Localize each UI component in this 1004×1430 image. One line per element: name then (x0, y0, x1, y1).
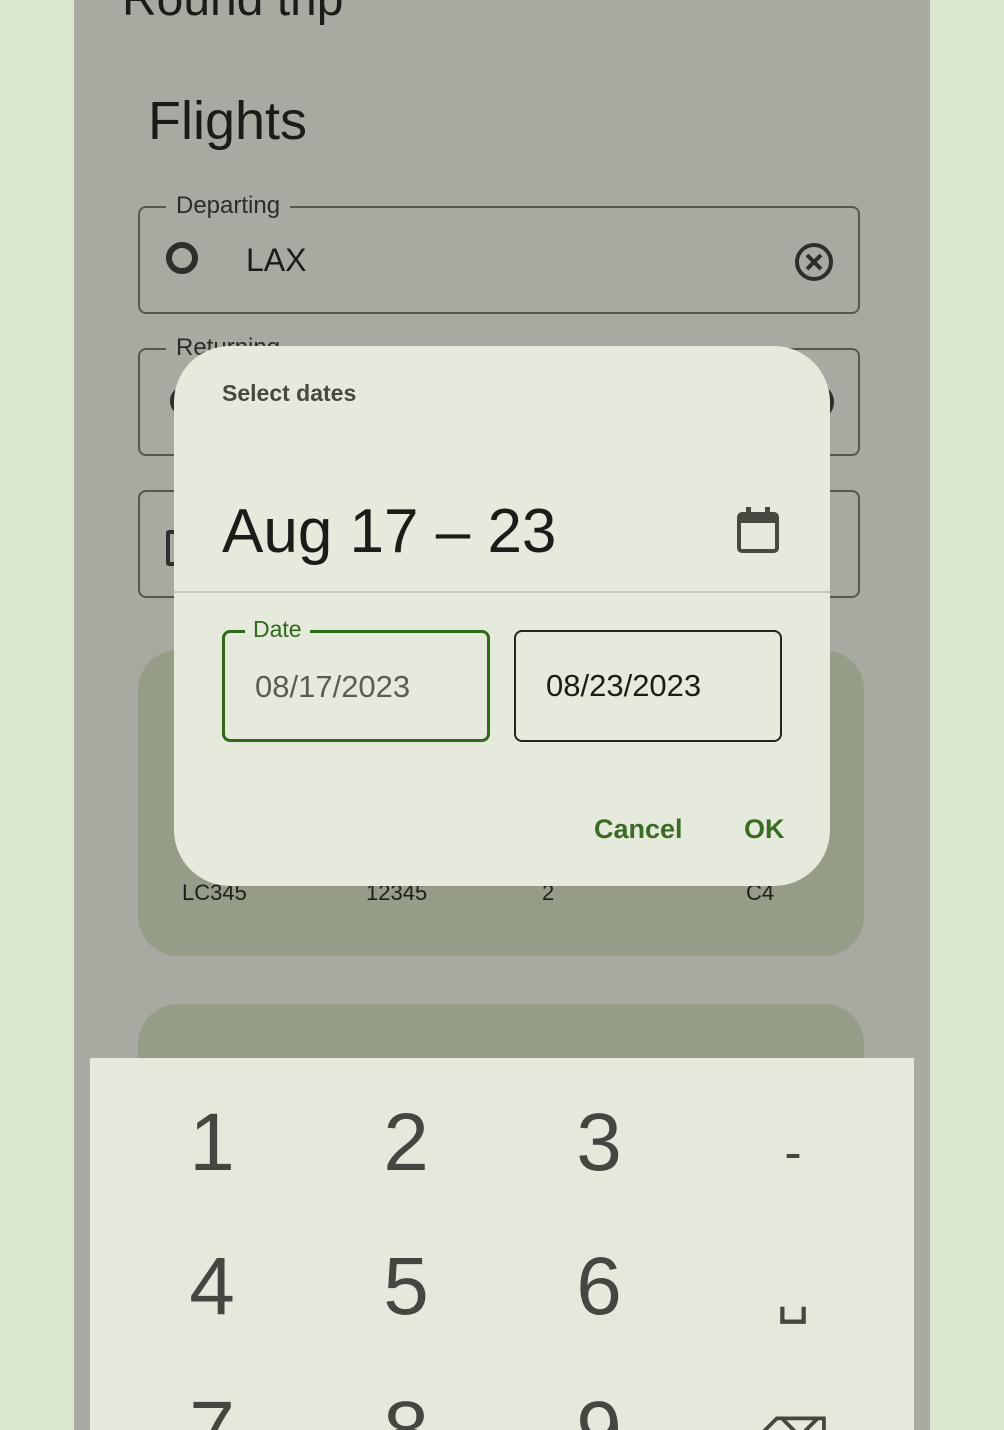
start-date-label: Date (245, 615, 310, 643)
end-date-value: 08/23/2023 (546, 668, 702, 703)
calendar-icon[interactable] (736, 506, 780, 554)
cancel-button[interactable]: Cancel (594, 814, 683, 845)
key-3[interactable]: 3 (539, 1098, 659, 1188)
start-date-value: 08/17/2023 (255, 669, 411, 704)
dialog-title: Select dates (222, 380, 357, 406)
ok-button[interactable]: OK (744, 814, 785, 845)
key-space[interactable]: ␣ (733, 1250, 853, 1340)
radio-icon (166, 242, 198, 274)
app-title: Round trip (122, 0, 343, 27)
key-4[interactable]: 4 (152, 1242, 272, 1332)
key-8[interactable]: 8 (346, 1386, 466, 1430)
dialog-divider (174, 591, 830, 593)
clear-icon[interactable] (794, 242, 834, 282)
numeric-keypad: 1 2 3 - 4 5 6 ␣ 7 8 9 ⌫ (90, 1058, 914, 1430)
selected-date-range: Aug 17 – 23 (222, 497, 557, 566)
key-2[interactable]: 2 (346, 1098, 466, 1188)
end-date-input[interactable]: 08/23/2023 (514, 630, 782, 742)
key-1[interactable]: 1 (152, 1098, 272, 1188)
departing-field[interactable]: Departing LAX (138, 192, 860, 314)
section-title: Flights (148, 91, 308, 151)
key-7[interactable]: 7 (152, 1386, 272, 1430)
start-date-input[interactable]: Date 08/17/2023 (222, 615, 490, 742)
key-5[interactable]: 5 (346, 1242, 466, 1332)
departing-value: LAX (246, 242, 307, 278)
backspace-key[interactable]: ⌫ (733, 1394, 853, 1430)
date-range-dialog: Select dates Aug 17 – 23 Date 08/17/2023… (174, 346, 830, 886)
key-9[interactable]: 9 (539, 1386, 659, 1430)
key-6[interactable]: 6 (539, 1242, 659, 1332)
key-dash[interactable]: - (733, 1108, 853, 1198)
departing-label: Departing (166, 192, 291, 220)
